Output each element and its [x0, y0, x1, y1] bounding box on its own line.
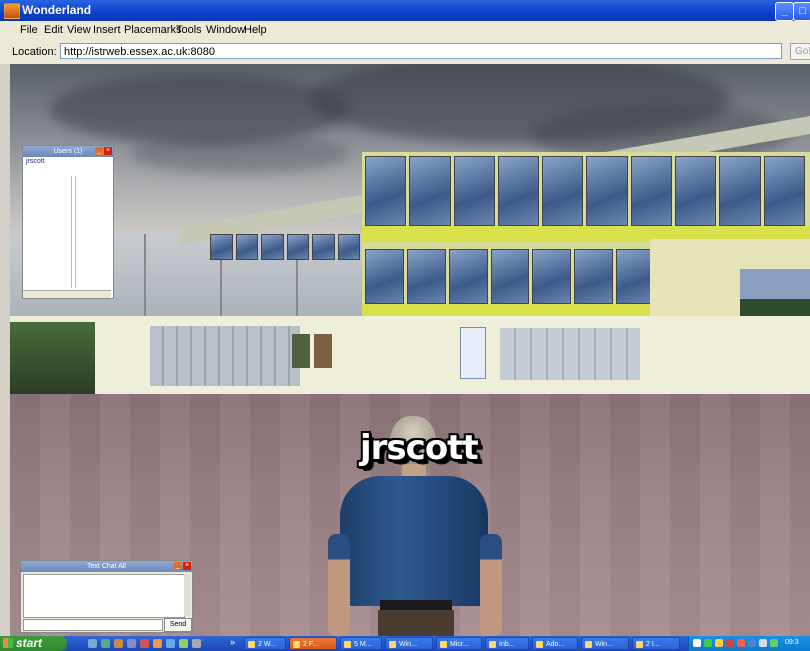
taskbar-task-item[interactable]: Micr... [436, 637, 482, 650]
user-list-item[interactable]: jrscott [23, 157, 113, 166]
users-panel-titlebar: Users (1) _ × [23, 146, 113, 157]
taskbar-task-item[interactable]: Win... [581, 637, 629, 650]
avatar-right-arm [480, 534, 502, 636]
location-bar: Location: http://istrweb.essex.ac.uk:808… [0, 40, 810, 64]
left-opening-trees [10, 322, 95, 394]
quicklaunch-icon[interactable] [166, 639, 175, 648]
window-titlebar: Wonderland _ □ [0, 0, 810, 21]
ground-floor [10, 316, 810, 396]
quicklaunch-icon[interactable] [114, 639, 123, 648]
system-tray: 09:3 [688, 636, 810, 651]
avatar-belt [380, 600, 452, 610]
avatar-shirt [340, 476, 488, 606]
tray-icon[interactable] [726, 639, 734, 647]
taskbar-task-item[interactable]: Win... [385, 637, 433, 650]
users-panel-scrollbar[interactable] [23, 290, 111, 298]
quicklaunch-icon[interactable] [127, 639, 136, 648]
taskbar-task-item[interactable]: Inb... [485, 637, 529, 650]
chat-history-area[interactable] [23, 574, 185, 618]
start-button[interactable]: start [0, 636, 67, 651]
text-chat-panel[interactable]: Text Chat All _ × Send [20, 560, 193, 633]
tray-icon[interactable] [693, 639, 701, 647]
users-panel-minimize-button[interactable]: _ [95, 147, 103, 155]
maximize-button[interactable]: □ [793, 2, 810, 21]
tray-icon[interactable] [748, 639, 756, 647]
minimize-button[interactable]: _ [775, 2, 794, 21]
quicklaunch-icon[interactable] [179, 639, 188, 648]
quicklaunch-icon[interactable] [153, 639, 162, 648]
users-panel-divider [75, 176, 76, 288]
users-panel-close-icon[interactable]: × [104, 147, 112, 155]
location-label: Location: [12, 46, 57, 58]
send-button[interactable]: Send [164, 618, 192, 632]
quicklaunch-icon[interactable] [192, 639, 201, 648]
menu-view[interactable]: View [67, 24, 91, 36]
chat-panel-title: Text Chat All [87, 563, 126, 570]
quicklaunch-more[interactable]: » [230, 637, 235, 647]
chat-panel-minimize-button[interactable]: _ [174, 562, 182, 570]
tray-icon[interactable] [715, 639, 723, 647]
chat-message-input[interactable] [23, 619, 163, 631]
start-label: start [16, 636, 43, 650]
windows-taskbar: start » 2 W... 2 F... 5 M... Win... Micr… [0, 636, 810, 651]
tray-icon[interactable] [770, 639, 778, 647]
quicklaunch-icon[interactable] [140, 639, 149, 648]
menu-bar: File Edit View Insert Placemarks Tools W… [0, 21, 810, 41]
chat-panel-titlebar: Text Chat All _ × [21, 561, 192, 572]
chat-history-scrollbar[interactable] [184, 574, 190, 616]
tray-icon[interactable] [759, 639, 767, 647]
taskbar-task-item[interactable]: 5 M... [340, 637, 382, 650]
tray-icon[interactable] [737, 639, 745, 647]
taskbar-task-item[interactable]: Ado... [532, 637, 578, 650]
glass-wall-right [500, 328, 640, 380]
menu-window[interactable]: Window [206, 24, 245, 36]
users-panel[interactable]: Users (1) _ × jrscott [22, 145, 114, 299]
tray-icon[interactable] [704, 639, 712, 647]
taskbar-task-item[interactable]: 2 F... [289, 637, 337, 650]
notice-board [460, 327, 486, 379]
3d-world-viewport[interactable]: jrscott [10, 64, 810, 636]
windows-flag-icon [3, 638, 13, 648]
location-input[interactable]: http://istrweb.essex.ac.uk:8080 [60, 43, 782, 59]
quicklaunch-icon[interactable] [101, 639, 110, 648]
wonderland-app-icon [4, 3, 20, 19]
users-panel-title: Users (1) [53, 148, 83, 155]
menu-insert[interactable]: Insert [93, 24, 121, 36]
menu-placemarks[interactable]: Placemarks [124, 24, 181, 36]
menu-edit[interactable]: Edit [44, 24, 63, 36]
chat-panel-close-icon[interactable]: × [183, 562, 191, 570]
menu-file[interactable]: File [20, 24, 38, 36]
menu-help[interactable]: Help [244, 24, 267, 36]
menu-tools[interactable]: Tools [176, 24, 202, 36]
taskbar-task-item[interactable]: 2 W... [244, 637, 286, 650]
glass-wall [150, 326, 300, 386]
taskbar-task-item[interactable]: 2 I... [632, 637, 680, 650]
go-button[interactable]: Go! [790, 43, 810, 60]
upper-windows [365, 156, 805, 226]
posters [292, 334, 332, 368]
avatar-nametag: jrscott [360, 428, 479, 468]
avatar-trousers [378, 610, 454, 636]
quicklaunch-icon[interactable] [88, 639, 97, 648]
avatar-left-arm [328, 534, 350, 636]
far-windows [210, 234, 360, 260]
window-title: Wonderland [22, 3, 92, 17]
middle-windows [365, 249, 656, 304]
users-panel-divider [71, 176, 72, 288]
clock: 09:3 [785, 639, 799, 646]
